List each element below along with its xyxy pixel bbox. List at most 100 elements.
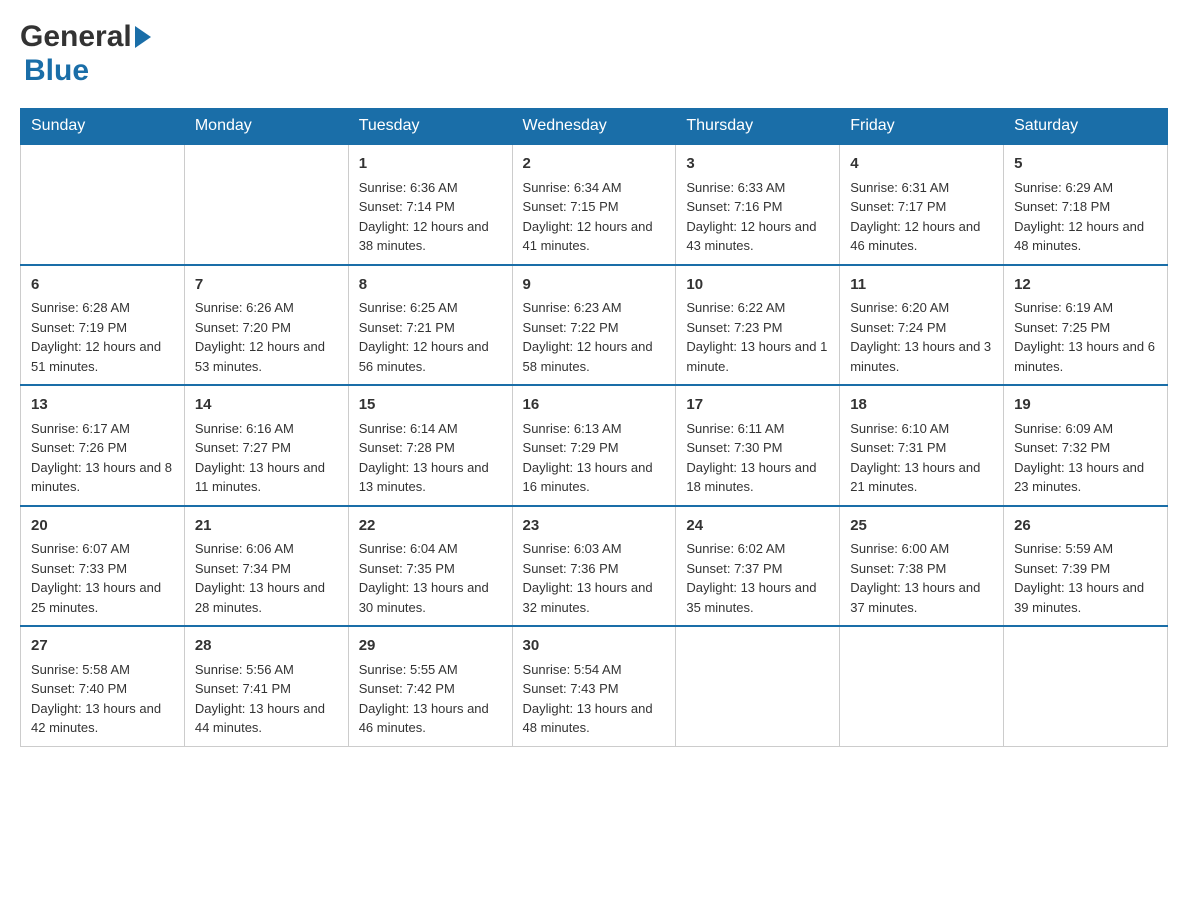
day-info: Sunrise: 6:06 AMSunset: 7:34 PMDaylight:…	[195, 539, 338, 617]
day-info: Sunrise: 5:58 AMSunset: 7:40 PMDaylight:…	[31, 660, 174, 738]
day-info: Sunrise: 6:11 AMSunset: 7:30 PMDaylight:…	[686, 419, 829, 497]
week-row-1: 1Sunrise: 6:36 AMSunset: 7:14 PMDaylight…	[21, 144, 1168, 265]
calendar-cell: 6Sunrise: 6:28 AMSunset: 7:19 PMDaylight…	[21, 265, 185, 386]
logo-arrow-icon	[135, 26, 151, 48]
day-number: 1	[359, 153, 502, 176]
calendar-cell: 12Sunrise: 6:19 AMSunset: 7:25 PMDayligh…	[1004, 265, 1168, 386]
calendar-cell: 20Sunrise: 6:07 AMSunset: 7:33 PMDayligh…	[21, 506, 185, 627]
logo-blue-text: Blue	[24, 54, 89, 87]
day-number: 15	[359, 394, 502, 417]
day-info: Sunrise: 6:13 AMSunset: 7:29 PMDaylight:…	[523, 419, 666, 497]
day-number: 5	[1014, 153, 1157, 176]
calendar-cell	[840, 626, 1004, 746]
day-info: Sunrise: 6:31 AMSunset: 7:17 PMDaylight:…	[850, 178, 993, 256]
day-number: 27	[31, 635, 174, 658]
page-header: General Blue	[20, 20, 1168, 88]
calendar-cell: 21Sunrise: 6:06 AMSunset: 7:34 PMDayligh…	[184, 506, 348, 627]
calendar-cell: 23Sunrise: 6:03 AMSunset: 7:36 PMDayligh…	[512, 506, 676, 627]
day-info: Sunrise: 6:25 AMSunset: 7:21 PMDaylight:…	[359, 298, 502, 376]
calendar-cell: 3Sunrise: 6:33 AMSunset: 7:16 PMDaylight…	[676, 144, 840, 265]
day-number: 14	[195, 394, 338, 417]
week-row-4: 20Sunrise: 6:07 AMSunset: 7:33 PMDayligh…	[21, 506, 1168, 627]
day-number: 19	[1014, 394, 1157, 417]
calendar-cell: 17Sunrise: 6:11 AMSunset: 7:30 PMDayligh…	[676, 385, 840, 506]
weekday-header-monday: Monday	[184, 109, 348, 145]
week-row-3: 13Sunrise: 6:17 AMSunset: 7:26 PMDayligh…	[21, 385, 1168, 506]
day-info: Sunrise: 6:00 AMSunset: 7:38 PMDaylight:…	[850, 539, 993, 617]
calendar-cell: 30Sunrise: 5:54 AMSunset: 7:43 PMDayligh…	[512, 626, 676, 746]
day-info: Sunrise: 6:09 AMSunset: 7:32 PMDaylight:…	[1014, 419, 1157, 497]
day-number: 8	[359, 274, 502, 297]
day-info: Sunrise: 6:19 AMSunset: 7:25 PMDaylight:…	[1014, 298, 1157, 376]
day-number: 26	[1014, 515, 1157, 538]
weekday-header-friday: Friday	[840, 109, 1004, 145]
day-number: 3	[686, 153, 829, 176]
day-info: Sunrise: 6:03 AMSunset: 7:36 PMDaylight:…	[523, 539, 666, 617]
weekday-header-saturday: Saturday	[1004, 109, 1168, 145]
calendar-cell: 7Sunrise: 6:26 AMSunset: 7:20 PMDaylight…	[184, 265, 348, 386]
day-info: Sunrise: 6:29 AMSunset: 7:18 PMDaylight:…	[1014, 178, 1157, 256]
day-number: 12	[1014, 274, 1157, 297]
calendar-cell: 13Sunrise: 6:17 AMSunset: 7:26 PMDayligh…	[21, 385, 185, 506]
calendar-cell: 1Sunrise: 6:36 AMSunset: 7:14 PMDaylight…	[348, 144, 512, 265]
calendar-cell: 25Sunrise: 6:00 AMSunset: 7:38 PMDayligh…	[840, 506, 1004, 627]
calendar-cell: 14Sunrise: 6:16 AMSunset: 7:27 PMDayligh…	[184, 385, 348, 506]
day-info: Sunrise: 6:28 AMSunset: 7:19 PMDaylight:…	[31, 298, 174, 376]
day-number: 4	[850, 153, 993, 176]
logo-general-text: General	[20, 20, 132, 54]
day-number: 20	[31, 515, 174, 538]
day-number: 25	[850, 515, 993, 538]
weekday-header-sunday: Sunday	[21, 109, 185, 145]
day-number: 9	[523, 274, 666, 297]
day-number: 7	[195, 274, 338, 297]
weekday-header-tuesday: Tuesday	[348, 109, 512, 145]
week-row-5: 27Sunrise: 5:58 AMSunset: 7:40 PMDayligh…	[21, 626, 1168, 746]
day-number: 22	[359, 515, 502, 538]
day-info: Sunrise: 6:10 AMSunset: 7:31 PMDaylight:…	[850, 419, 993, 497]
calendar-cell: 5Sunrise: 6:29 AMSunset: 7:18 PMDaylight…	[1004, 144, 1168, 265]
day-info: Sunrise: 6:26 AMSunset: 7:20 PMDaylight:…	[195, 298, 338, 376]
day-number: 23	[523, 515, 666, 538]
calendar-cell: 16Sunrise: 6:13 AMSunset: 7:29 PMDayligh…	[512, 385, 676, 506]
calendar-cell: 9Sunrise: 6:23 AMSunset: 7:22 PMDaylight…	[512, 265, 676, 386]
calendar-cell	[184, 144, 348, 265]
day-number: 29	[359, 635, 502, 658]
calendar-cell: 22Sunrise: 6:04 AMSunset: 7:35 PMDayligh…	[348, 506, 512, 627]
day-info: Sunrise: 6:33 AMSunset: 7:16 PMDaylight:…	[686, 178, 829, 256]
day-info: Sunrise: 6:16 AMSunset: 7:27 PMDaylight:…	[195, 419, 338, 497]
calendar-cell: 8Sunrise: 6:25 AMSunset: 7:21 PMDaylight…	[348, 265, 512, 386]
day-info: Sunrise: 6:23 AMSunset: 7:22 PMDaylight:…	[523, 298, 666, 376]
weekday-header-wednesday: Wednesday	[512, 109, 676, 145]
day-number: 2	[523, 153, 666, 176]
calendar-cell	[21, 144, 185, 265]
week-row-2: 6Sunrise: 6:28 AMSunset: 7:19 PMDaylight…	[21, 265, 1168, 386]
calendar-cell: 18Sunrise: 6:10 AMSunset: 7:31 PMDayligh…	[840, 385, 1004, 506]
calendar-cell: 19Sunrise: 6:09 AMSunset: 7:32 PMDayligh…	[1004, 385, 1168, 506]
day-info: Sunrise: 5:54 AMSunset: 7:43 PMDaylight:…	[523, 660, 666, 738]
day-number: 30	[523, 635, 666, 658]
calendar-cell: 27Sunrise: 5:58 AMSunset: 7:40 PMDayligh…	[21, 626, 185, 746]
day-number: 28	[195, 635, 338, 658]
day-number: 24	[686, 515, 829, 538]
day-number: 16	[523, 394, 666, 417]
calendar-cell: 26Sunrise: 5:59 AMSunset: 7:39 PMDayligh…	[1004, 506, 1168, 627]
calendar-cell	[1004, 626, 1168, 746]
calendar-cell: 28Sunrise: 5:56 AMSunset: 7:41 PMDayligh…	[184, 626, 348, 746]
day-info: Sunrise: 5:56 AMSunset: 7:41 PMDaylight:…	[195, 660, 338, 738]
calendar-cell: 11Sunrise: 6:20 AMSunset: 7:24 PMDayligh…	[840, 265, 1004, 386]
day-number: 11	[850, 274, 993, 297]
calendar-cell	[676, 626, 840, 746]
day-info: Sunrise: 6:07 AMSunset: 7:33 PMDaylight:…	[31, 539, 174, 617]
weekday-header-thursday: Thursday	[676, 109, 840, 145]
day-info: Sunrise: 6:34 AMSunset: 7:15 PMDaylight:…	[523, 178, 666, 256]
calendar-cell: 15Sunrise: 6:14 AMSunset: 7:28 PMDayligh…	[348, 385, 512, 506]
day-number: 13	[31, 394, 174, 417]
weekday-header-row: SundayMondayTuesdayWednesdayThursdayFrid…	[21, 109, 1168, 145]
day-info: Sunrise: 5:55 AMSunset: 7:42 PMDaylight:…	[359, 660, 502, 738]
calendar-cell: 2Sunrise: 6:34 AMSunset: 7:15 PMDaylight…	[512, 144, 676, 265]
day-info: Sunrise: 6:20 AMSunset: 7:24 PMDaylight:…	[850, 298, 993, 376]
day-info: Sunrise: 6:04 AMSunset: 7:35 PMDaylight:…	[359, 539, 502, 617]
day-info: Sunrise: 6:02 AMSunset: 7:37 PMDaylight:…	[686, 539, 829, 617]
day-number: 10	[686, 274, 829, 297]
day-info: Sunrise: 5:59 AMSunset: 7:39 PMDaylight:…	[1014, 539, 1157, 617]
